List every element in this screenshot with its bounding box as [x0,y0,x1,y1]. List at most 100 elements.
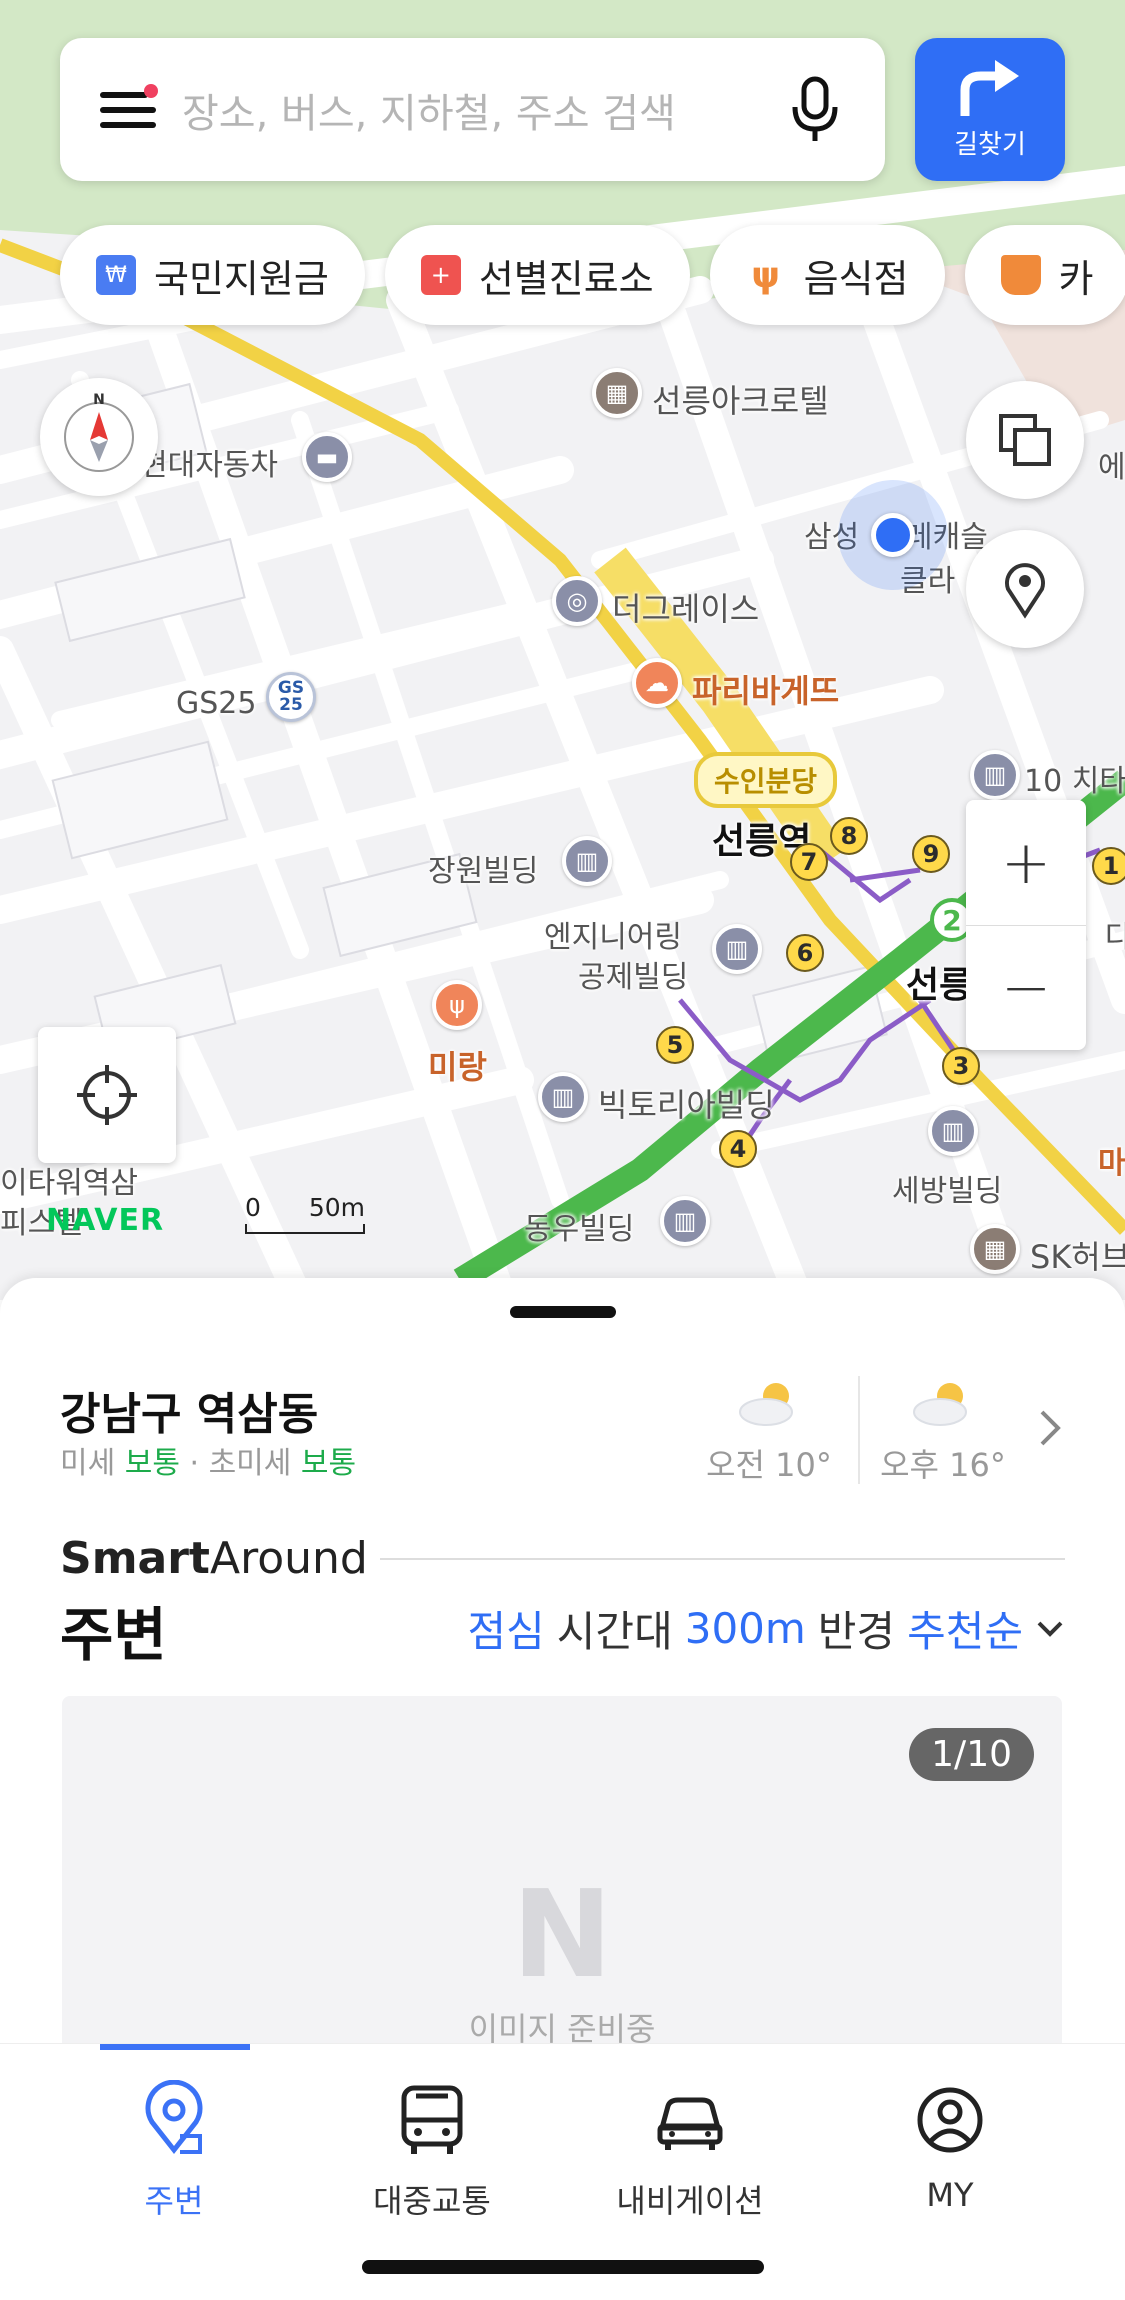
convenience-store-icon[interactable]: GS 25 [266,672,316,722]
car-icon [657,2097,723,2150]
recommendation-filter[interactable]: 점심 시간대 300m 반경 추천순 [468,1598,1065,1659]
filter-sort[interactable]: 추천순 [907,1598,1023,1659]
station-label[interactable]: 선릉 [906,956,972,1008]
filter-time[interactable]: 점심 [468,1598,545,1659]
place-label[interactable]: 선릉아크로텔 [652,376,829,422]
subway-exit-6[interactable]: 6 [786,934,824,972]
line-tag-suin-bundang[interactable]: 수인분당 [694,752,838,808]
restaurant-icon[interactable]: ψ [432,980,482,1030]
place-label[interactable]: 10 치타 [1024,756,1125,800]
microphone-icon[interactable] [785,75,845,145]
layers-icon [999,414,1051,466]
building-icon[interactable]: ▥ [538,1072,588,1122]
menu-icon[interactable] [100,83,158,132]
tab-nearby[interactable]: 주변 [64,2079,284,2222]
bus-icon [401,2085,463,2154]
smart-around-title: SmartAround [60,1533,368,1584]
chip-label: 카 [1058,256,1094,301]
building-icon[interactable]: ▥ [660,1196,710,1246]
subway-exit-5[interactable]: 5 [656,1026,694,1064]
weather-divider [858,1376,860,1484]
home-indicator[interactable] [362,2260,764,2274]
place-label[interactable]: 현대자동차 [140,440,278,484]
sheet-handle[interactable] [510,1306,616,1318]
weather-text: 오후 16° [880,1446,1006,1484]
coffee-cup-icon [1000,255,1041,295]
hotel-icon[interactable]: ▦ [592,368,642,418]
subway-exit-1[interactable]: 1 [1092,847,1125,885]
map-pin-icon [1005,563,1045,619]
place-label[interactable]: 빅토리아빌딩 [598,1080,775,1126]
building-icon[interactable]: ▥ [712,924,762,974]
chip-label: 음식점 [803,256,909,301]
subway-exit-4[interactable]: 4 [719,1130,757,1168]
subway-exit-7[interactable]: 7 [790,843,828,881]
crosshair-icon [77,1065,137,1125]
place-label[interactable]: SK허브 [1030,1232,1125,1278]
building-icon[interactable]: ▥ [928,1106,978,1156]
scale-end: 50m [308,1193,365,1222]
chip-restaurant[interactable]: ψ 음식점 [709,225,945,325]
place-label[interactable]: 동우빌딩 [524,1204,634,1248]
bottom-sheet[interactable]: 강남구 역삼동 미세 보통 · 초미세 보통 오전 10° 오후 16° Sma… [0,1278,1125,2043]
place-label[interactable]: 세방빌딩 [892,1166,1002,1210]
fork-knife-icon: ψ [751,254,780,296]
place-label[interactable]: 더그레이스 [612,584,759,630]
place-label[interactable]: GS25 [176,686,256,721]
building-icon[interactable]: ▥ [970,750,1020,800]
tab-label: 내비게이션 [616,2182,764,2220]
filter-radius[interactable]: 300m [685,1604,806,1653]
ultrafine-dust-value: 보통 [300,1446,357,1481]
current-area-name: 강남구 역삼동 [60,1389,319,1440]
partly-cloudy-icon [908,1378,978,1428]
subway-exit-8[interactable]: 8 [830,817,868,855]
place-label[interactable]: 에 [1098,442,1125,486]
building-icon[interactable]: ▦ [970,1224,1020,1274]
subway-exit-3[interactable]: 3 [942,1047,980,1085]
wedding-hall-icon[interactable]: ◎ [552,576,602,626]
building-icon[interactable]: ▥ [562,836,612,886]
chevron-right-icon[interactable] [1030,1408,1070,1448]
map-layers-button[interactable] [966,381,1084,499]
place-label[interactable]: 다 [1105,912,1125,956]
place-label[interactable]: 파리바게뜨 [692,666,839,712]
chip-support-fund[interactable]: ₩ 국민지원금 [60,225,365,325]
directions-button[interactable]: 길찾기 [915,38,1065,181]
my-location-button[interactable] [38,1027,176,1163]
place-label[interactable]: 마 [1098,1138,1125,1182]
bakery-icon[interactable]: ☁ [632,658,682,708]
tab-transit[interactable]: 대중교통 [322,2080,542,2222]
place-label[interactable]: 장원빌딩 [428,846,538,890]
place-label[interactable]: 공제빌딩 [578,952,688,996]
smart-bold: Smart [60,1533,210,1584]
current-location-icon[interactable] [871,513,915,557]
chip-screening-clinic[interactable]: + 선별진료소 [384,225,690,325]
subway-exit-9[interactable]: 9 [912,835,950,873]
car-dealer-icon[interactable]: ▬ [302,432,352,482]
place-label[interactable]: 엔지니어링 [544,912,682,956]
search-input[interactable]: 장소, 버스, 지하철, 주소 검색 [182,81,785,139]
search-bar[interactable]: 장소, 버스, 지하철, 주소 검색 [60,38,885,181]
compass-icon: N [64,392,134,472]
chevron-down-icon[interactable] [1035,1619,1065,1639]
chip-cafe[interactable]: 카 [964,225,1125,325]
nearby-title: 주변 [60,1601,167,1669]
weather-text: 오전 10° [706,1446,832,1484]
zoom-controls: + − [966,800,1086,1050]
notification-dot [144,83,158,98]
recommendation-card[interactable]: 1/10 N 이미지 준비중 [62,1696,1062,2043]
partly-cloudy-icon [734,1378,804,1428]
place-label[interactable]: 미랑 [428,1042,487,1088]
compass-button[interactable]: N [40,378,158,496]
tab-my[interactable]: MY [840,2080,1060,2214]
fine-dust-label: 미세 [60,1446,116,1481]
place-label[interactable]: 이타워역삼 [0,1158,138,1202]
tab-navigation[interactable]: 내비게이션 [580,2080,800,2222]
map-view[interactable]: ▦ 선릉아크로텔 현대자동차 ▬ 삼성 레캐슬 클라 에 ◎ 더그레이스 ☁ 파… [0,0,1125,1300]
saved-places-button[interactable] [966,530,1084,648]
map-scale: 0 50m [245,1193,365,1234]
zoom-out-button[interactable]: − [966,925,1086,1050]
weather-afternoon[interactable]: 오후 16° [868,1378,1018,1486]
weather-morning[interactable]: 오전 10° [694,1378,844,1486]
zoom-in-button[interactable]: + [966,800,1086,925]
